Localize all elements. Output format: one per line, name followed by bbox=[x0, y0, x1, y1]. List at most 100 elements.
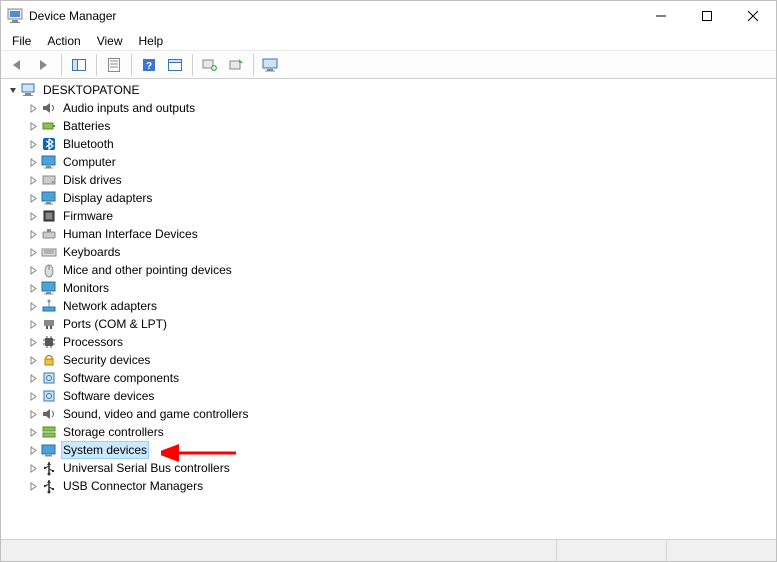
tree-item[interactable]: Disk drives bbox=[1, 171, 776, 189]
expand-icon[interactable] bbox=[25, 194, 41, 203]
menu-file[interactable]: File bbox=[5, 32, 38, 50]
tree-item[interactable]: Software devices bbox=[1, 387, 776, 405]
menu-help[interactable]: Help bbox=[132, 32, 171, 50]
tree-item[interactable]: Computer bbox=[1, 153, 776, 171]
collapse-icon[interactable] bbox=[5, 86, 21, 95]
tree-item[interactable]: Bluetooth bbox=[1, 135, 776, 153]
expand-icon[interactable] bbox=[25, 176, 41, 185]
statusbar-cell bbox=[666, 540, 776, 561]
tree-item[interactable]: Processors bbox=[1, 333, 776, 351]
expand-icon[interactable] bbox=[25, 410, 41, 419]
forward-button[interactable] bbox=[32, 53, 56, 77]
close-button[interactable] bbox=[730, 1, 776, 31]
tree-item-label: Batteries bbox=[61, 117, 112, 135]
toolbar-separator bbox=[61, 54, 62, 76]
expand-icon[interactable] bbox=[25, 230, 41, 239]
tree-item[interactable]: Monitors bbox=[1, 279, 776, 297]
scan-hardware-button[interactable] bbox=[198, 53, 222, 77]
expand-icon[interactable] bbox=[25, 140, 41, 149]
back-button[interactable] bbox=[6, 53, 30, 77]
minimize-button[interactable] bbox=[638, 1, 684, 31]
tree-root[interactable]: DESKTOPATONE bbox=[1, 81, 776, 99]
menu-action[interactable]: Action bbox=[40, 32, 87, 50]
tree-item-label: Storage controllers bbox=[61, 423, 166, 441]
tree-item[interactable]: Firmware bbox=[1, 207, 776, 225]
mouse-icon bbox=[41, 262, 57, 278]
tree-item-label: Display adapters bbox=[61, 189, 154, 207]
menu-view[interactable]: View bbox=[90, 32, 130, 50]
tree-item[interactable]: Network adapters bbox=[1, 297, 776, 315]
expand-icon[interactable] bbox=[25, 338, 41, 347]
tree-item[interactable]: Storage controllers bbox=[1, 423, 776, 441]
network-icon bbox=[41, 298, 57, 314]
speaker-icon bbox=[41, 100, 57, 116]
tree-item[interactable]: Software components bbox=[1, 369, 776, 387]
toolbar-separator bbox=[96, 54, 97, 76]
hid-icon bbox=[41, 226, 57, 242]
expand-icon[interactable] bbox=[25, 266, 41, 275]
expand-icon[interactable] bbox=[25, 374, 41, 383]
expand-icon[interactable] bbox=[25, 302, 41, 311]
tree-item[interactable]: Mice and other pointing devices bbox=[1, 261, 776, 279]
expand-icon[interactable] bbox=[25, 104, 41, 113]
tree-item-label: Mice and other pointing devices bbox=[61, 261, 234, 279]
expand-icon[interactable] bbox=[25, 284, 41, 293]
expand-icon[interactable] bbox=[25, 158, 41, 167]
tree-item[interactable]: Universal Serial Bus controllers bbox=[1, 459, 776, 477]
tree-item[interactable]: Sound, video and game controllers bbox=[1, 405, 776, 423]
toolbar-separator bbox=[131, 54, 132, 76]
monitor-icon bbox=[41, 280, 57, 296]
toolbar-separator bbox=[192, 54, 193, 76]
storage-icon bbox=[41, 424, 57, 440]
tree-item-label: Disk drives bbox=[61, 171, 124, 189]
tree-item[interactable]: Human Interface Devices bbox=[1, 225, 776, 243]
tree-item-label: Security devices bbox=[61, 351, 152, 369]
tree-item-label: Software devices bbox=[61, 387, 156, 405]
titlebar: Device Manager bbox=[1, 1, 776, 31]
expand-icon[interactable] bbox=[25, 428, 41, 437]
maximize-button[interactable] bbox=[684, 1, 730, 31]
device-tree[interactable]: DESKTOPATONE Audio inputs and outputsBat… bbox=[1, 79, 776, 539]
system-icon bbox=[41, 442, 57, 458]
security-icon bbox=[41, 352, 57, 368]
tree-item-label: USB Connector Managers bbox=[61, 477, 205, 495]
expand-icon[interactable] bbox=[25, 464, 41, 473]
menubar: File Action View Help bbox=[1, 31, 776, 51]
expand-icon[interactable] bbox=[25, 392, 41, 401]
tree-item[interactable]: Security devices bbox=[1, 351, 776, 369]
expand-icon[interactable] bbox=[25, 212, 41, 221]
tree-item[interactable]: System devices bbox=[1, 441, 776, 459]
devices-pc-button[interactable] bbox=[259, 53, 283, 77]
tree-item[interactable]: Audio inputs and outputs bbox=[1, 99, 776, 117]
usb-icon bbox=[41, 478, 57, 494]
device-manager-icon bbox=[7, 8, 23, 24]
software-icon bbox=[41, 388, 57, 404]
speaker-icon bbox=[41, 406, 57, 422]
expand-icon[interactable] bbox=[25, 320, 41, 329]
add-legacy-hardware-button[interactable] bbox=[224, 53, 248, 77]
expand-icon[interactable] bbox=[25, 446, 41, 455]
tree-item[interactable]: USB Connector Managers bbox=[1, 477, 776, 495]
expand-icon[interactable] bbox=[25, 248, 41, 257]
port-icon bbox=[41, 316, 57, 332]
expand-icon[interactable] bbox=[25, 122, 41, 131]
expand-icon[interactable] bbox=[25, 356, 41, 365]
tree-root-label: DESKTOPATONE bbox=[41, 81, 141, 99]
tree-item-label: Human Interface Devices bbox=[61, 225, 200, 243]
svg-text:?: ? bbox=[146, 61, 152, 72]
tree-item[interactable]: Batteries bbox=[1, 117, 776, 135]
show-hide-tree-button[interactable] bbox=[67, 53, 91, 77]
monitor-icon bbox=[41, 154, 57, 170]
tree-item-label: Ports (COM & LPT) bbox=[61, 315, 169, 333]
tree-item[interactable]: Display adapters bbox=[1, 189, 776, 207]
tree-item-label: Universal Serial Bus controllers bbox=[61, 459, 232, 477]
disk-icon bbox=[41, 172, 57, 188]
tree-item-label: Computer bbox=[61, 153, 118, 171]
toolbar-panel-button[interactable] bbox=[163, 53, 187, 77]
properties-button[interactable] bbox=[102, 53, 126, 77]
expand-icon[interactable] bbox=[25, 482, 41, 491]
help-button[interactable]: ? bbox=[137, 53, 161, 77]
tree-item[interactable]: Ports (COM & LPT) bbox=[1, 315, 776, 333]
tree-item[interactable]: Keyboards bbox=[1, 243, 776, 261]
battery-icon bbox=[41, 118, 57, 134]
